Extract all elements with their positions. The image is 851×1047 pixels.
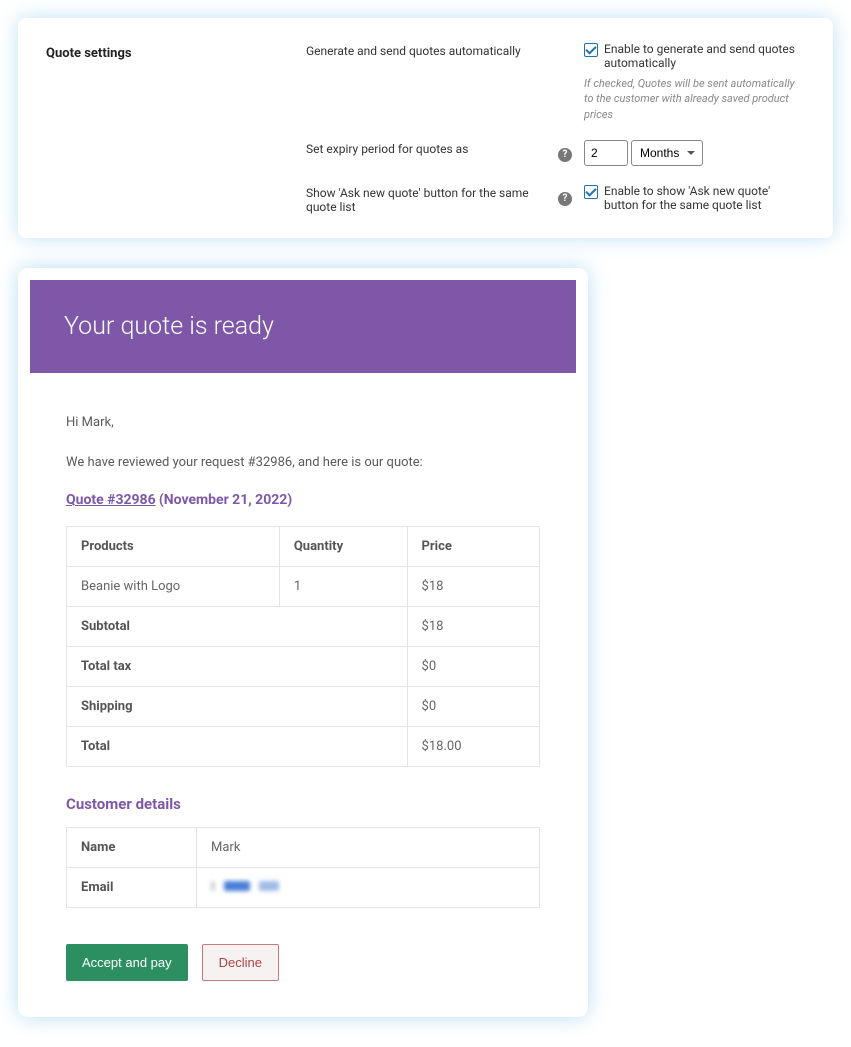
help-icon[interactable]: ?	[558, 192, 572, 206]
cell-product-name: Beanie with Logo	[67, 567, 280, 607]
email-header: Your quote is ready	[30, 280, 576, 373]
quote-link[interactable]: Quote #32986	[66, 492, 156, 508]
customer-details-table: Name Mark Email	[66, 827, 540, 908]
table-row-tax: Total tax $0	[67, 647, 540, 687]
value-shipping: $0	[407, 687, 539, 727]
cell-product-price: $18	[407, 567, 539, 607]
value-tax: $0	[407, 647, 539, 687]
button-row: Accept and pay Decline	[66, 944, 540, 981]
customer-details-heading: Customer details	[66, 795, 540, 813]
checkbox-auto-send[interactable]: Enable to generate and send quotes autom…	[584, 42, 805, 70]
checkbox-label-ask-new: Enable to show 'Ask new quote' button fo…	[604, 184, 805, 212]
email-body: Hi Mark, We have reviewed your request #…	[30, 373, 576, 1005]
setting-label-expiry: Set expiry period for quotes as	[306, 140, 556, 156]
table-row-subtotal: Subtotal $18	[67, 607, 540, 647]
label-customer-email: Email	[67, 868, 197, 908]
setting-label-auto-send: Generate and send quotes automatically	[306, 42, 556, 58]
label-shipping: Shipping	[67, 687, 408, 727]
customer-email-row: Email	[67, 868, 540, 908]
col-products: Products	[67, 527, 280, 567]
setting-row-expiry: Set expiry period for quotes as ? Months	[46, 140, 805, 166]
checkbox-icon	[584, 43, 598, 57]
table-row: Beanie with Logo 1 $18	[67, 567, 540, 607]
settings-section-title: Quote settings	[46, 46, 132, 61]
col-quantity: Quantity	[279, 527, 407, 567]
quote-email-preview: Your quote is ready Hi Mark, We have rev…	[18, 268, 588, 1017]
cell-product-qty: 1	[279, 567, 407, 607]
checkbox-label-auto-send: Enable to generate and send quotes autom…	[604, 42, 805, 70]
expiry-number-input[interactable]	[584, 140, 628, 166]
setting-label-ask-new: Show 'Ask new quote' button for the same…	[306, 184, 556, 214]
table-row-shipping: Shipping $0	[67, 687, 540, 727]
label-tax: Total tax	[67, 647, 408, 687]
value-customer-email	[197, 868, 540, 908]
quote-settings-panel: Quote settings Generate and send quotes …	[18, 18, 833, 238]
email-intro: We have reviewed your request #32986, an…	[66, 453, 540, 473]
label-customer-name: Name	[67, 828, 197, 868]
expiry-unit-select[interactable]: Months	[631, 140, 703, 166]
col-price: Price	[407, 527, 539, 567]
quote-date: (November 21, 2022)	[159, 492, 292, 508]
setting-row-auto-send: Quote settings Generate and send quotes …	[46, 42, 805, 122]
checkbox-ask-new[interactable]: Enable to show 'Ask new quote' button fo…	[584, 184, 805, 212]
help-icon[interactable]: ?	[558, 148, 572, 162]
email-greeting: Hi Mark,	[66, 413, 540, 433]
customer-name-row: Name Mark	[67, 828, 540, 868]
decline-button[interactable]: Decline	[202, 944, 279, 981]
value-subtotal: $18	[407, 607, 539, 647]
value-total: $18.00	[407, 727, 539, 767]
table-row-total: Total $18.00	[67, 727, 540, 767]
accept-button[interactable]: Accept and pay	[66, 944, 188, 981]
checkbox-icon	[584, 185, 598, 199]
setting-row-ask-new: Show 'Ask new quote' button for the same…	[46, 184, 805, 214]
products-table: Products Quantity Price Beanie with Logo…	[66, 526, 540, 767]
hint-auto-send: If checked, Quotes will be sent automati…	[584, 76, 805, 122]
table-header-row: Products Quantity Price	[67, 527, 540, 567]
label-total: Total	[67, 727, 408, 767]
quote-title-line: Quote #32986 (November 21, 2022)	[66, 492, 540, 508]
label-subtotal: Subtotal	[67, 607, 408, 647]
value-customer-name: Mark	[197, 828, 540, 868]
